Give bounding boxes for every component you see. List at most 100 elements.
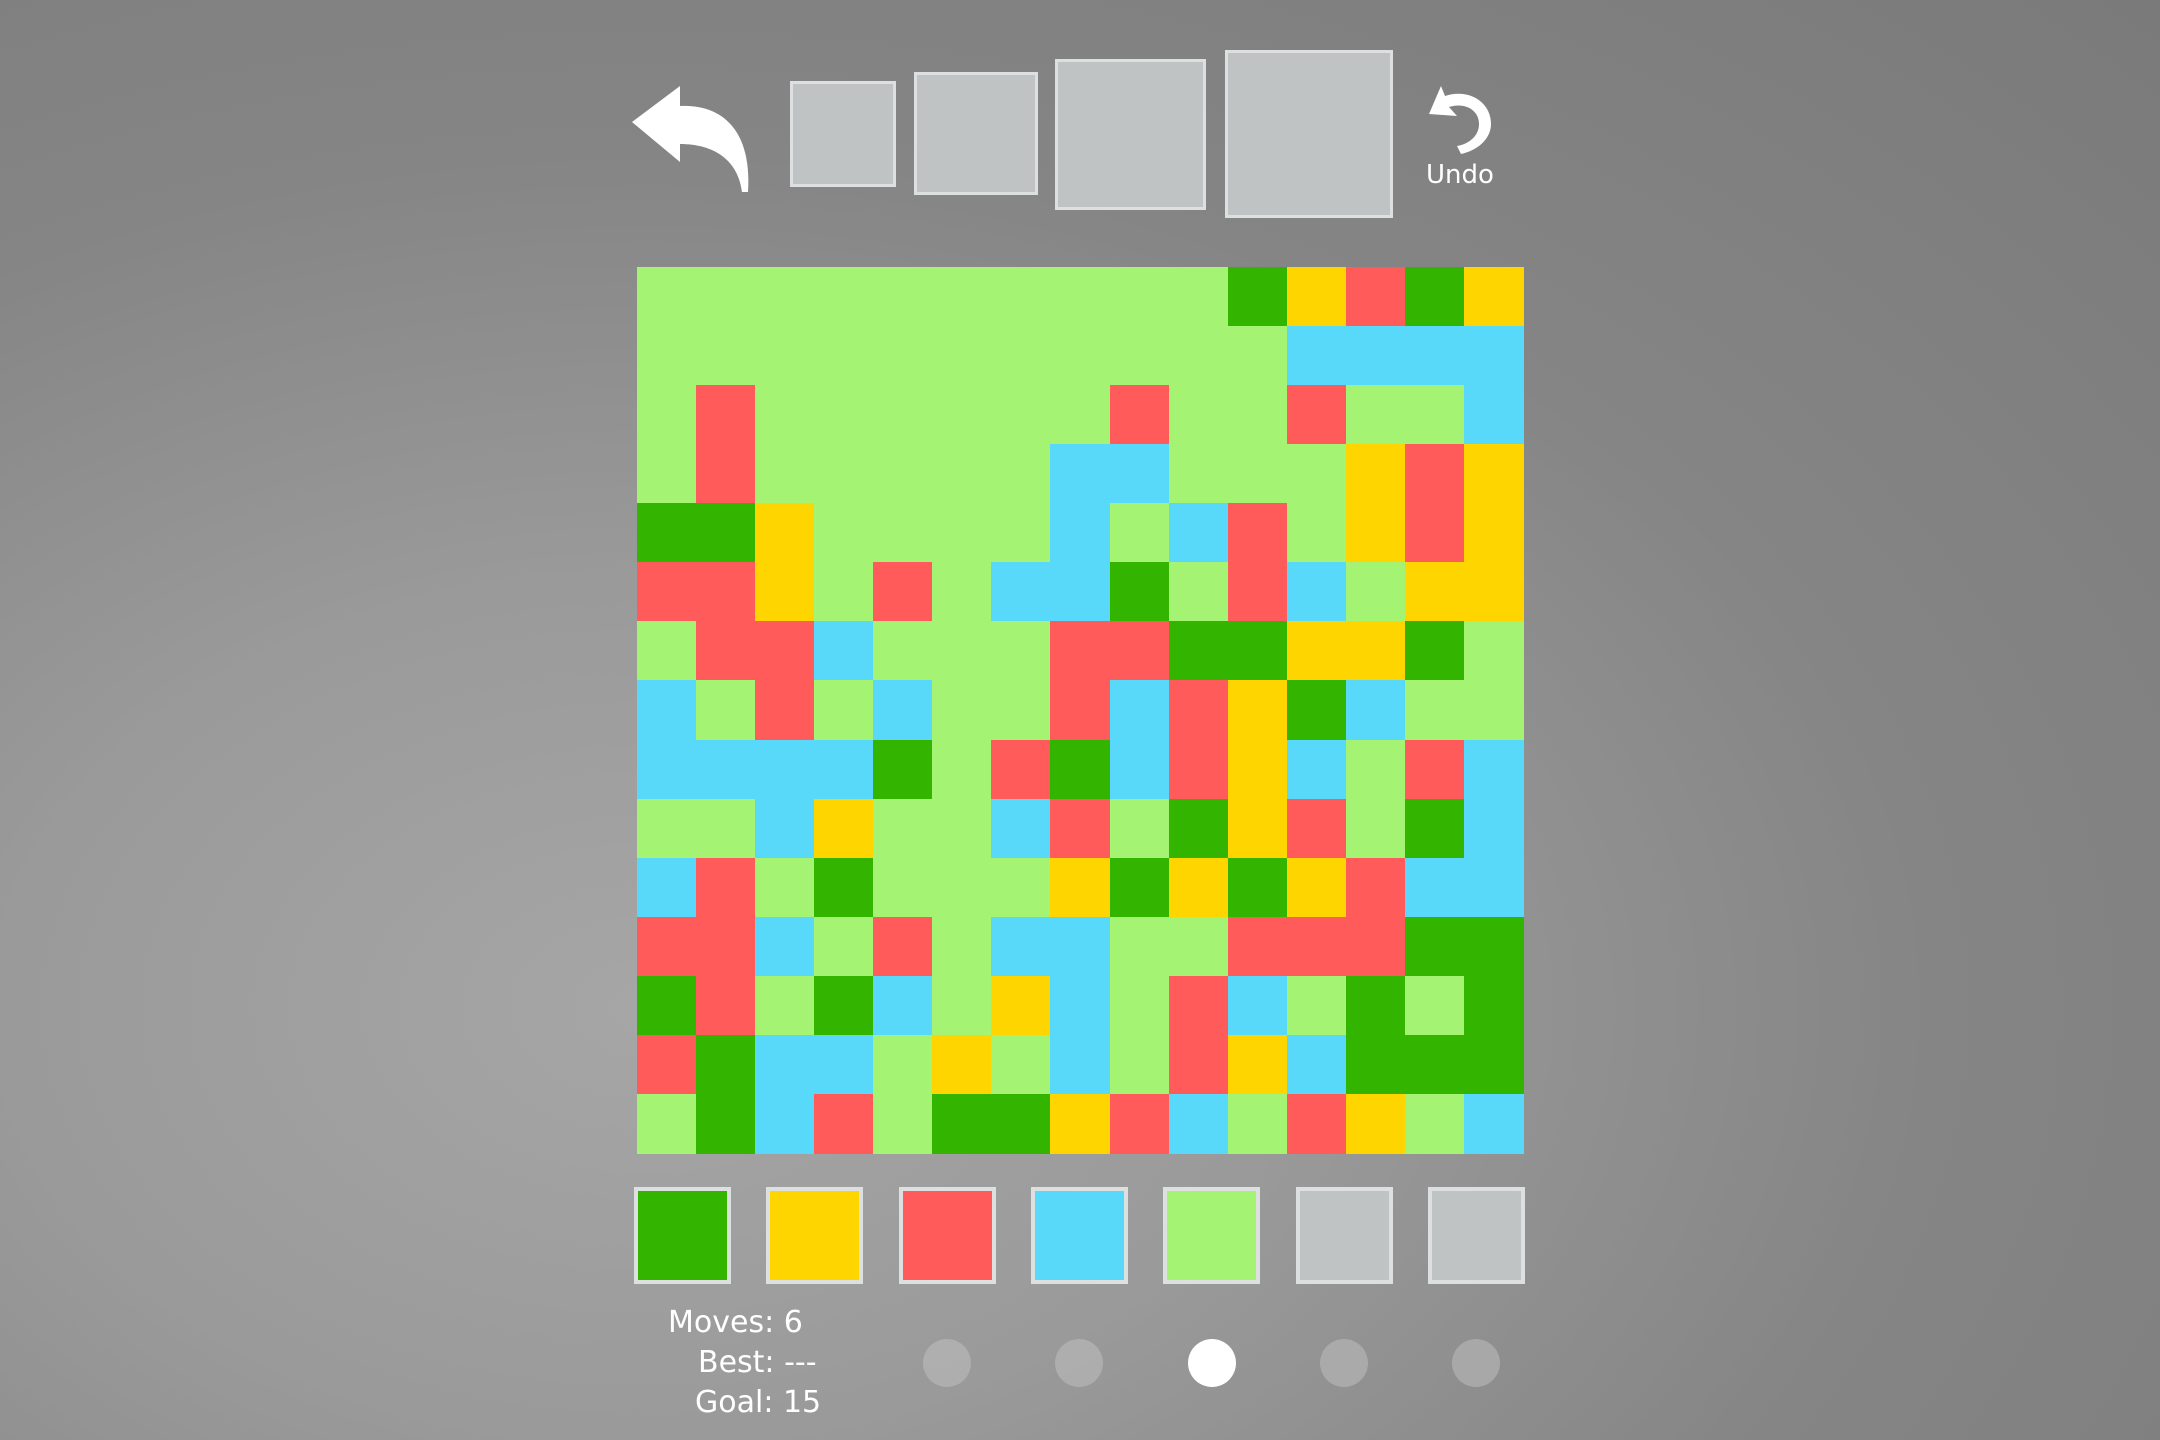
color-button-gray[interactable] xyxy=(1427,1187,1525,1284)
board-cell xyxy=(1227,267,1288,327)
board-cell xyxy=(1404,503,1465,563)
color-button-blue[interactable] xyxy=(1030,1187,1128,1284)
board-cell xyxy=(814,916,874,977)
game-board[interactable] xyxy=(637,267,1524,1154)
board-cell xyxy=(873,857,933,918)
board-cell xyxy=(1345,1034,1406,1095)
board-cell xyxy=(1168,267,1229,327)
page-dot[interactable] xyxy=(1452,1339,1501,1387)
board-cell xyxy=(1109,267,1170,327)
board-cell xyxy=(1404,798,1465,859)
board-cell xyxy=(755,1034,815,1095)
board-cell xyxy=(1109,444,1170,504)
board-cell xyxy=(755,621,815,682)
board-cell xyxy=(991,621,1052,682)
board-cell xyxy=(1050,503,1111,563)
color-button-gray[interactable] xyxy=(1295,1187,1393,1284)
board-cell xyxy=(1109,916,1170,977)
board-cell xyxy=(1463,1093,1524,1154)
board-cell xyxy=(755,916,815,977)
board-cell xyxy=(1227,975,1288,1036)
board-cell xyxy=(637,1034,697,1095)
board-cell xyxy=(1404,739,1465,800)
board-cell xyxy=(932,680,992,741)
board-cell xyxy=(1227,503,1288,563)
board-cell xyxy=(1404,385,1465,445)
board-cell xyxy=(991,503,1052,563)
board-cell xyxy=(814,326,874,386)
board-cell xyxy=(696,1093,756,1154)
board-cell xyxy=(1050,1093,1111,1154)
board-cell xyxy=(991,798,1052,859)
board-cell xyxy=(1227,444,1288,504)
board-cell xyxy=(1109,385,1170,445)
undo-button[interactable]: Undo xyxy=(1415,80,1505,195)
board-cell xyxy=(932,798,992,859)
board-cell xyxy=(1463,444,1524,504)
board-cell xyxy=(814,1093,874,1154)
board-cell xyxy=(1109,798,1170,859)
size-option-medium[interactable] xyxy=(914,72,1038,195)
size-option-small[interactable] xyxy=(790,81,896,187)
page-dot[interactable] xyxy=(923,1339,971,1387)
board-cell xyxy=(814,385,874,445)
board-cell xyxy=(814,444,874,504)
board-cell xyxy=(1168,798,1229,859)
board-cell xyxy=(1463,798,1524,859)
board-cell xyxy=(1286,916,1347,977)
page-dot[interactable] xyxy=(1187,1339,1236,1387)
board-cell xyxy=(1463,739,1524,800)
board-cell xyxy=(755,326,815,386)
board-cell xyxy=(755,798,815,859)
board-cell xyxy=(696,562,756,622)
board-cell xyxy=(637,503,697,563)
board-cell xyxy=(1345,503,1406,563)
board-cell xyxy=(1286,267,1347,327)
board-cell xyxy=(1286,1034,1347,1095)
board-cell xyxy=(1345,798,1406,859)
board-cell xyxy=(991,562,1052,622)
board-cell xyxy=(1286,798,1347,859)
board-cell xyxy=(696,739,756,800)
board-cell xyxy=(1345,326,1406,386)
best-score: Best: --- xyxy=(698,1345,817,1380)
color-button-green[interactable] xyxy=(634,1187,731,1284)
board-cell xyxy=(1109,562,1170,622)
color-button-light[interactable] xyxy=(1163,1187,1261,1284)
board-cell xyxy=(1109,1093,1170,1154)
board-cell xyxy=(1109,1034,1170,1095)
board-cell xyxy=(873,621,933,682)
board-cell xyxy=(1050,739,1111,800)
board-cell xyxy=(1227,1034,1288,1095)
page-dot[interactable] xyxy=(1319,1339,1368,1387)
size-option-large[interactable] xyxy=(1055,59,1206,210)
board-cell xyxy=(1227,916,1288,977)
board-cell xyxy=(1286,621,1347,682)
moves-count: Moves: 6 xyxy=(668,1305,803,1340)
board-cell xyxy=(696,680,756,741)
board-cell xyxy=(991,267,1052,327)
board-cell xyxy=(814,621,874,682)
board-cell xyxy=(1050,385,1111,445)
board-cell xyxy=(1345,680,1406,741)
board-cell xyxy=(755,385,815,445)
back-arrow-icon[interactable] xyxy=(630,80,760,200)
color-button-red[interactable] xyxy=(898,1187,996,1284)
board-cell xyxy=(1345,916,1406,977)
board-cell xyxy=(1227,857,1288,918)
board-cell xyxy=(1345,562,1406,622)
color-button-yellow[interactable] xyxy=(766,1187,864,1284)
board-cell xyxy=(637,857,697,918)
board-cell xyxy=(873,385,933,445)
board-cell xyxy=(1404,267,1465,327)
board-cell xyxy=(1109,680,1170,741)
board-cell xyxy=(1109,326,1170,386)
board-cell xyxy=(1286,1093,1347,1154)
board-cell xyxy=(932,975,992,1036)
board-cell xyxy=(1286,444,1347,504)
board-cell xyxy=(1286,975,1347,1036)
page-dot[interactable] xyxy=(1055,1339,1104,1387)
size-option-xlarge[interactable] xyxy=(1225,50,1393,218)
board-cell xyxy=(696,444,756,504)
board-cell xyxy=(1168,1034,1229,1095)
